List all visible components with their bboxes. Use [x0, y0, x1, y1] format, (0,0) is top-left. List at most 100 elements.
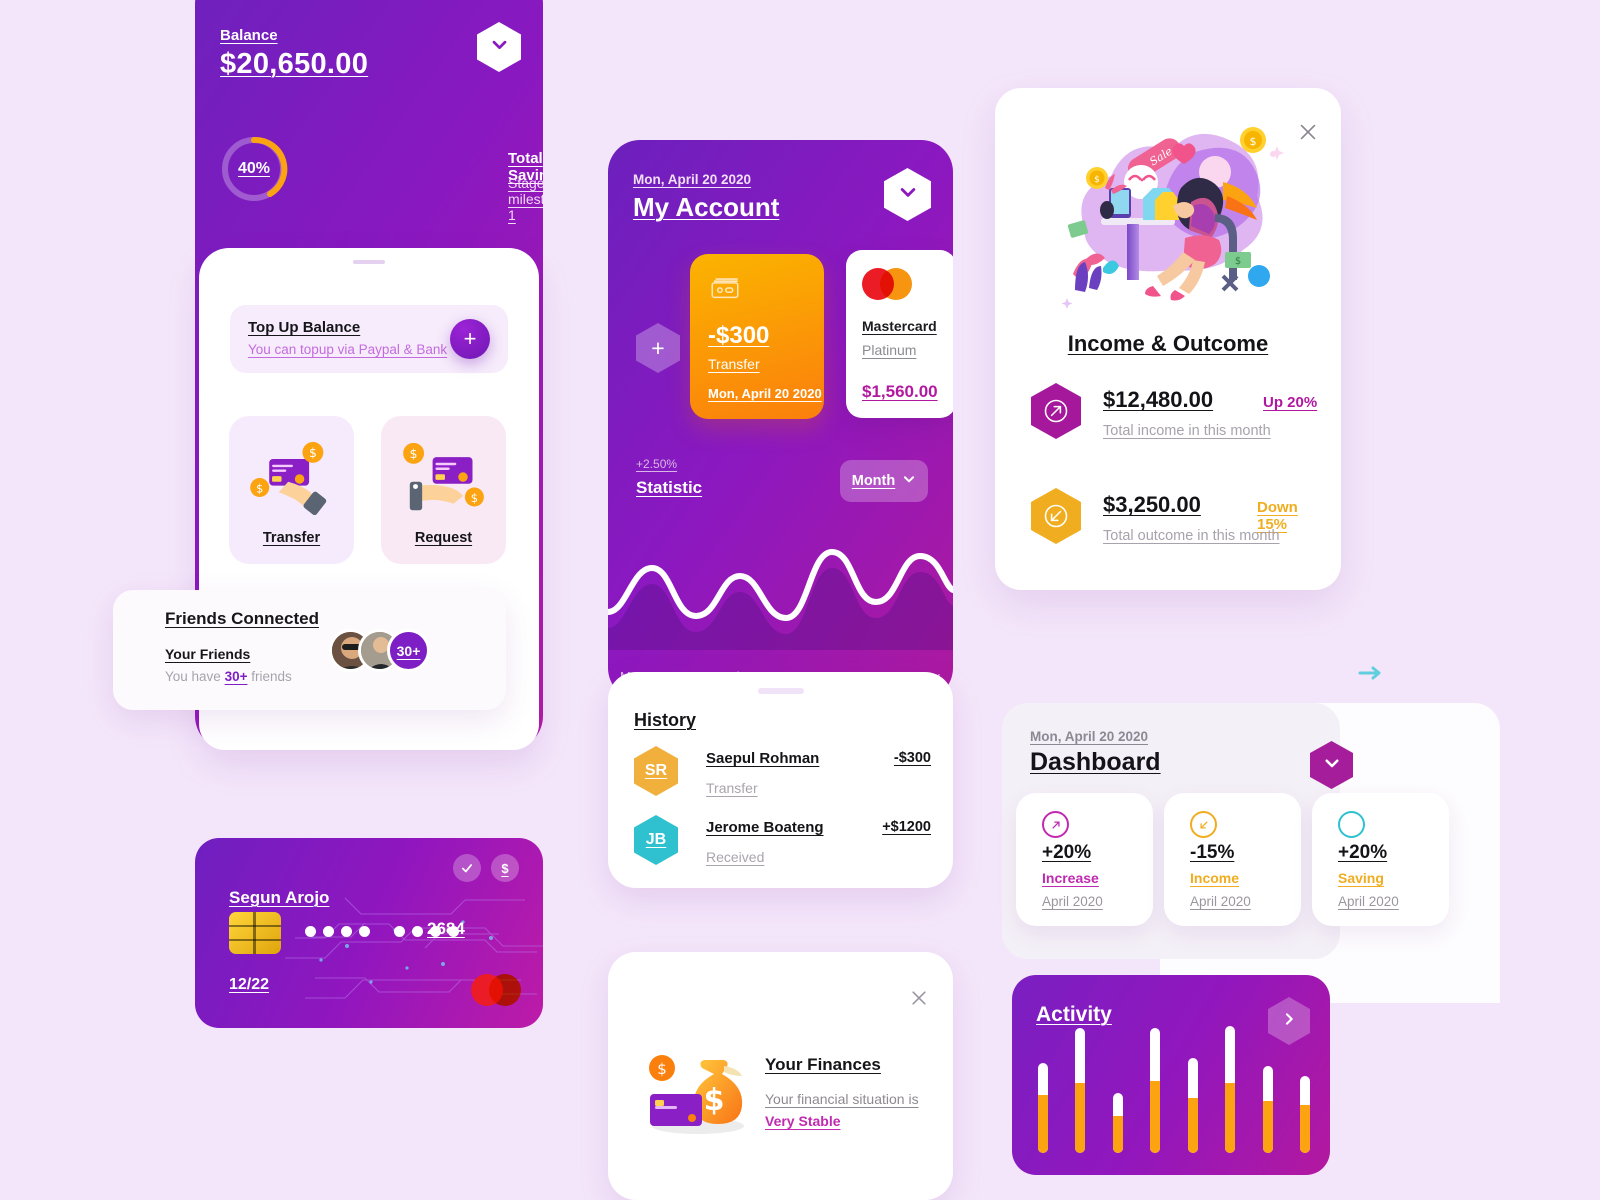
- history-amount: +$1200: [882, 819, 931, 835]
- history-name: Saepul Rohman: [706, 750, 820, 767]
- saving-stage: Stage milestone 1: [508, 175, 543, 223]
- transfer-tile[interactable]: $ $ Transfer: [229, 416, 354, 564]
- top-up-balance-card[interactable]: Top Up Balance You can topup via Paypal …: [230, 305, 508, 373]
- balance-amount: $20,650.00: [220, 48, 369, 80]
- stat-date: April 2020: [1190, 894, 1251, 909]
- top-up-title: Top Up Balance: [248, 319, 361, 336]
- bar: [1225, 1025, 1236, 1153]
- stat-card-income[interactable]: -15% Income April 2020: [1164, 793, 1301, 926]
- sheet-grabber[interactable]: [353, 260, 385, 264]
- activity-title: Activity: [1036, 1003, 1112, 1026]
- circle-icon: [1338, 811, 1365, 838]
- stat-value: -15%: [1190, 842, 1235, 863]
- transaction-amount: -$300: [708, 322, 770, 349]
- saving-progress-ring: 40%: [220, 135, 288, 203]
- outcome-subtitle: Total outcome in this month: [1103, 528, 1280, 544]
- arrow-down-left-icon: [1031, 488, 1081, 544]
- arrow-right-icon[interactable]: [1358, 665, 1384, 681]
- dashboard-title: Dashboard: [1030, 748, 1161, 776]
- your-finances-card: $ $ Your Finances Your financial situati…: [608, 952, 953, 1200]
- avatar-initials: JB: [645, 831, 667, 848]
- close-icon[interactable]: [1297, 121, 1319, 143]
- friends-connected-card[interactable]: Friends Connected Your Friends You have …: [113, 590, 506, 710]
- income-change: Up 20%: [1263, 394, 1318, 411]
- money-bag-card-icon: $ $: [640, 1044, 752, 1136]
- transfer-tile-label: Transfer: [262, 530, 321, 546]
- stat-label: Income: [1190, 870, 1240, 886]
- svg-text:$: $: [256, 481, 263, 495]
- bar: [1075, 1028, 1086, 1153]
- balance-label: Balance: [220, 27, 278, 44]
- card-chip-icon: [229, 912, 281, 954]
- transaction-date: Mon, April 20 2020: [708, 386, 822, 401]
- income-outcome-title: Income & Outcome: [1067, 331, 1269, 356]
- svg-text:$: $: [1235, 256, 1241, 267]
- card-last4: 2684: [427, 919, 465, 938]
- table-row[interactable]: JB Jerome Boateng Received +$1200: [634, 815, 931, 875]
- mastercard-icon: [471, 974, 521, 1006]
- bar: [1187, 1058, 1198, 1153]
- stat-value: +20%: [1042, 842, 1092, 863]
- dollar-icon[interactable]: $: [491, 854, 519, 882]
- plus-icon: +: [463, 326, 477, 351]
- history-amount: -$300: [893, 750, 931, 766]
- plus-icon: +: [651, 334, 665, 361]
- svg-text:$: $: [470, 491, 477, 505]
- arrow-up-right-icon: [1031, 383, 1081, 439]
- history-title: History: [634, 710, 697, 730]
- card-network-name: Mastercard: [862, 318, 937, 334]
- add-topup-button[interactable]: +: [450, 319, 490, 359]
- friends-note-suffix: friends: [247, 669, 292, 684]
- history-grabber[interactable]: [757, 688, 804, 694]
- card-hand-transfer-icon: $ $: [229, 436, 354, 520]
- table-row[interactable]: SR Saepul Rohman Transfer -$300: [634, 746, 931, 806]
- income-row[interactable]: $12,480.00 Up 20% Total income in this m…: [1031, 383, 1321, 453]
- stat-date: April 2020: [1042, 894, 1103, 909]
- svg-text:$: $: [308, 446, 316, 460]
- credit-card[interactable]: Segun Arojo $ 2684 12/22: [195, 838, 543, 1028]
- stat-label: Saving: [1338, 870, 1384, 886]
- arrow-down-left-icon: [1190, 811, 1217, 838]
- outcome-row[interactable]: $3,250.00 Down 15% Total outcome in this…: [1031, 488, 1321, 558]
- friends-note-prefix: You have: [165, 669, 225, 684]
- request-tile[interactable]: $ $ Request: [381, 416, 506, 564]
- transaction-card[interactable]: -$300 Transfer Mon, April 20 2020: [690, 254, 824, 419]
- card-expiry: 12/22: [229, 976, 270, 993]
- income-subtitle: Total income in this month: [1103, 423, 1271, 439]
- my-account-panel: Mon, April 20 2020 My Account + -$300 Tr…: [608, 140, 953, 700]
- card-holder-name: Segun Arojo: [229, 888, 330, 907]
- balance-expand-button[interactable]: [477, 22, 521, 72]
- request-tile-label: Request: [414, 530, 473, 546]
- chevron-down-icon: [1323, 754, 1341, 777]
- history-type: Transfer: [706, 780, 758, 796]
- svg-text:$: $: [657, 1060, 667, 1078]
- history-card: History SR Saepul Rohman Transfer -$300 …: [608, 672, 953, 888]
- top-up-subtitle: You can topup via Paypal & Bank: [248, 342, 448, 357]
- mastercard-summary-card[interactable]: Mastercard Platinum $1,560.00: [846, 250, 953, 418]
- history-type: Received: [706, 849, 765, 865]
- stat-card-increase[interactable]: +20% Increase April 2020: [1016, 793, 1153, 926]
- statistic-change: +2.50%: [636, 457, 678, 471]
- activity-card: Activity: [1012, 975, 1330, 1175]
- arrow-up-right-icon: [1042, 811, 1069, 838]
- stat-date: April 2020: [1338, 894, 1399, 909]
- chevron-down-icon: [902, 472, 916, 490]
- card-balance: $1,560.00: [862, 382, 938, 401]
- close-icon[interactable]: [909, 988, 929, 1008]
- add-account-button[interactable]: +: [636, 323, 680, 373]
- account-expand-button[interactable]: [884, 168, 931, 221]
- avatar: SR: [634, 746, 678, 796]
- woman-shopping-desk-illustration: $ $ Sale $: [1045, 110, 1295, 320]
- friends-note-count: 30+: [224, 669, 248, 684]
- friends-more-badge[interactable]: 30+: [387, 629, 430, 672]
- stat-card-saving[interactable]: +20% Saving April 2020: [1312, 793, 1449, 926]
- statistic-range-label: Month: [851, 473, 896, 489]
- svg-text:$: $: [1094, 175, 1100, 185]
- avatar: JB: [634, 815, 678, 865]
- bar: [1112, 1093, 1123, 1153]
- mastercard-icon: [862, 268, 912, 300]
- chevron-down-icon: [898, 182, 918, 207]
- check-icon[interactable]: [453, 854, 481, 882]
- dashboard-date: Mon, April 20 2020: [1030, 729, 1149, 744]
- bar: [1299, 1075, 1310, 1153]
